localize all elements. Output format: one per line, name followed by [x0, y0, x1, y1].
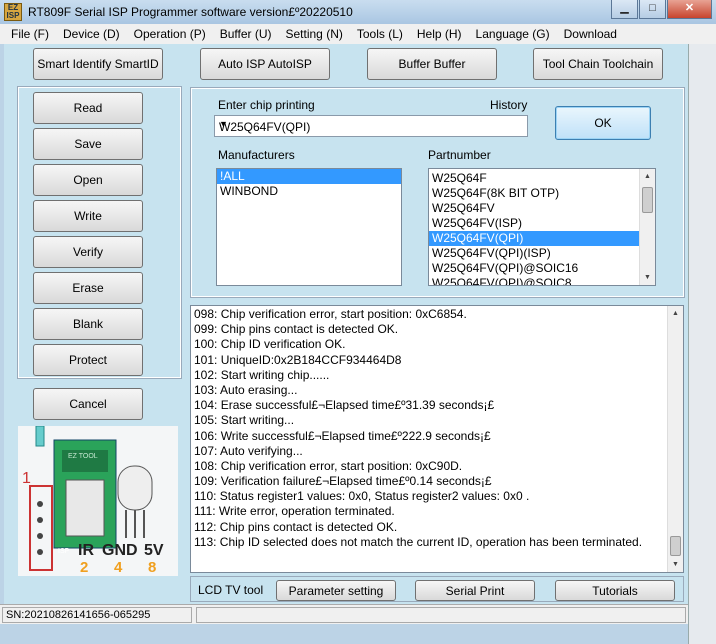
ok-button[interactable]: OK — [555, 106, 651, 140]
menu-tools[interactable]: Tools (L) — [350, 24, 410, 44]
log-line: 099: Chip pins contact is detected OK. — [194, 322, 399, 337]
log-scrollbar[interactable]: ▲ ▼ — [667, 306, 683, 572]
partnumber-list[interactable]: W25Q64F W25Q64F(8K BIT OTP) W25Q64FV W25… — [428, 168, 656, 286]
blank-button[interactable]: Blank — [33, 308, 143, 340]
serial-number: SN:20210826141656-065295 — [2, 607, 192, 623]
partnumber-scrollbar[interactable]: ▲ ▼ — [639, 169, 655, 285]
ir-pin-label: IR — [78, 542, 94, 559]
cancel-button[interactable]: Cancel — [33, 388, 143, 420]
parameter-setting-button[interactable]: Parameter setting — [276, 580, 396, 601]
menu-language[interactable]: Language (G) — [469, 24, 557, 44]
operation-log[interactable]: 098: Chip verification error, start posi… — [190, 305, 684, 573]
title-bar[interactable]: EZ ISP RT809F Serial ISP Programmer softw… — [0, 0, 716, 24]
log-line: 102: Start writing chip...... — [194, 367, 330, 382]
log-line: 101: UniqueID:0x2B184CCF934464D8 — [194, 352, 402, 367]
app-window: EZ ISP RT809F Serial ISP Programmer softw… — [0, 0, 716, 644]
log-line: 110: Status register1 values: 0x0, Statu… — [194, 489, 530, 504]
close-button[interactable]: ✕ — [667, 0, 712, 19]
list-item[interactable]: W25Q64FV(ISP) — [429, 216, 655, 231]
scroll-down-icon[interactable]: ▼ — [640, 270, 655, 285]
menu-operation[interactable]: Operation (P) — [127, 24, 213, 44]
background-window-edge — [688, 44, 716, 644]
5v-pin-label: 5V — [144, 542, 164, 559]
verify-button[interactable]: Verify — [33, 236, 143, 268]
log-line: 098: Chip verification error, start posi… — [194, 307, 467, 321]
tutorials-button[interactable]: Tutorials — [555, 580, 675, 601]
serial-print-button[interactable]: Serial Print — [415, 580, 535, 601]
enter-chip-label: Enter chip printing — [218, 98, 315, 112]
log-line: 100: Chip ID verification OK. — [194, 337, 346, 352]
list-item[interactable]: WINBOND — [217, 184, 401, 199]
maximize-button[interactable]: □ — [639, 0, 666, 19]
log-line: 113: Chip ID selected does not match the… — [194, 534, 643, 549]
list-item[interactable]: W25Q64FV(QPI)@SOIC16 — [429, 261, 655, 276]
scroll-down-icon[interactable]: ▼ — [668, 557, 683, 572]
chip-text-label: EZ TOOL — [68, 453, 98, 460]
lcd-tv-tool-label[interactable]: LCD TV tool — [198, 583, 263, 597]
list-item[interactable]: W25Q64F — [429, 171, 655, 186]
window-title: RT809F Serial ISP Programmer software ve… — [28, 5, 353, 19]
isp-connection-diagram: 1 EZ TOOL ISP IR GND 5V 2 4 8 — [18, 426, 178, 576]
menu-bar: File (F) Device (D) Operation (P) Buffer… — [0, 24, 716, 44]
open-button[interactable]: Open — [33, 164, 143, 196]
buffer-button[interactable]: Buffer Buffer — [367, 48, 497, 80]
log-line: 105: Start writing... — [194, 413, 295, 428]
log-line: 108: Chip verification error, start posi… — [194, 458, 463, 473]
scroll-up-icon[interactable]: ▲ — [640, 169, 655, 184]
toolchain-button[interactable]: Tool Chain Toolchain — [533, 48, 663, 80]
scroll-thumb[interactable] — [642, 187, 653, 213]
status-empty-cell — [196, 607, 686, 623]
log-line: 107: Auto verifying... — [194, 443, 303, 458]
manufacturers-label: Manufacturers — [218, 148, 295, 162]
scroll-thumb[interactable] — [670, 536, 681, 556]
gnd-pin-label: GND — [102, 542, 138, 559]
auto-isp-button[interactable]: Auto ISP AutoISP — [200, 48, 330, 80]
list-item[interactable]: W25Q64FV — [429, 201, 655, 216]
menu-download[interactable]: Download — [557, 24, 624, 44]
menu-file[interactable]: File (F) — [4, 24, 56, 44]
log-line: 103: Auto erasing... — [194, 382, 298, 397]
log-line: 111: Write error, operation terminated. — [194, 504, 395, 519]
list-item[interactable]: !ALL — [217, 169, 401, 184]
erase-button[interactable]: Erase — [33, 272, 143, 304]
log-line: 112: Chip pins contact is detected OK. — [194, 519, 398, 534]
menu-help[interactable]: Help (H) — [410, 24, 469, 44]
read-button[interactable]: Read — [33, 92, 143, 124]
app-logo-icon: EZ ISP — [4, 3, 22, 21]
pin-eight-label: 8 — [148, 559, 157, 576]
menu-buffer[interactable]: Buffer (U) — [213, 24, 279, 44]
manufacturers-list[interactable]: !ALL WINBOND — [216, 168, 402, 286]
pin-two-label: 2 — [80, 559, 89, 576]
protect-button[interactable]: Protect — [33, 344, 143, 376]
log-line: 104: Erase successful£¬Elapsed time£º31.… — [194, 398, 495, 413]
list-item[interactable]: W25Q64FV(QPI)@SOIC8 — [429, 276, 655, 285]
log-line: 109: Verification failure£¬Elapsed time£… — [194, 474, 492, 489]
chip-printing-combobox[interactable]: W25Q64FV(QPI) ▼ — [214, 115, 528, 137]
list-item[interactable]: W25Q64F(8K BIT OTP) — [429, 186, 655, 201]
list-item[interactable]: W25Q64FV(QPI) — [429, 231, 639, 246]
status-bar: SN:20210826141656-065295 — [0, 604, 688, 624]
pin-four-label: 4 — [114, 559, 123, 576]
log-line: 106: Write successful£¬Elapsed time£º222… — [194, 428, 491, 443]
pin-one-label: 1 — [22, 470, 31, 487]
adapter-isp-label: ISP — [58, 548, 70, 555]
save-button[interactable]: Save — [33, 128, 143, 160]
minimize-button[interactable]: ▁ — [611, 0, 638, 19]
menu-device[interactable]: Device (D) — [56, 24, 127, 44]
menu-setting[interactable]: Setting (N) — [279, 24, 350, 44]
history-label: History — [490, 98, 528, 112]
partnumber-label: Partnumber — [428, 148, 491, 162]
list-item[interactable]: W25Q64FV(QPI)(ISP) — [429, 246, 655, 261]
chevron-down-icon[interactable]: ▼ — [219, 119, 523, 129]
scroll-up-icon[interactable]: ▲ — [668, 306, 683, 321]
smart-identify-button[interactable]: Smart Identify SmartID — [33, 48, 163, 80]
write-button[interactable]: Write — [33, 200, 143, 232]
